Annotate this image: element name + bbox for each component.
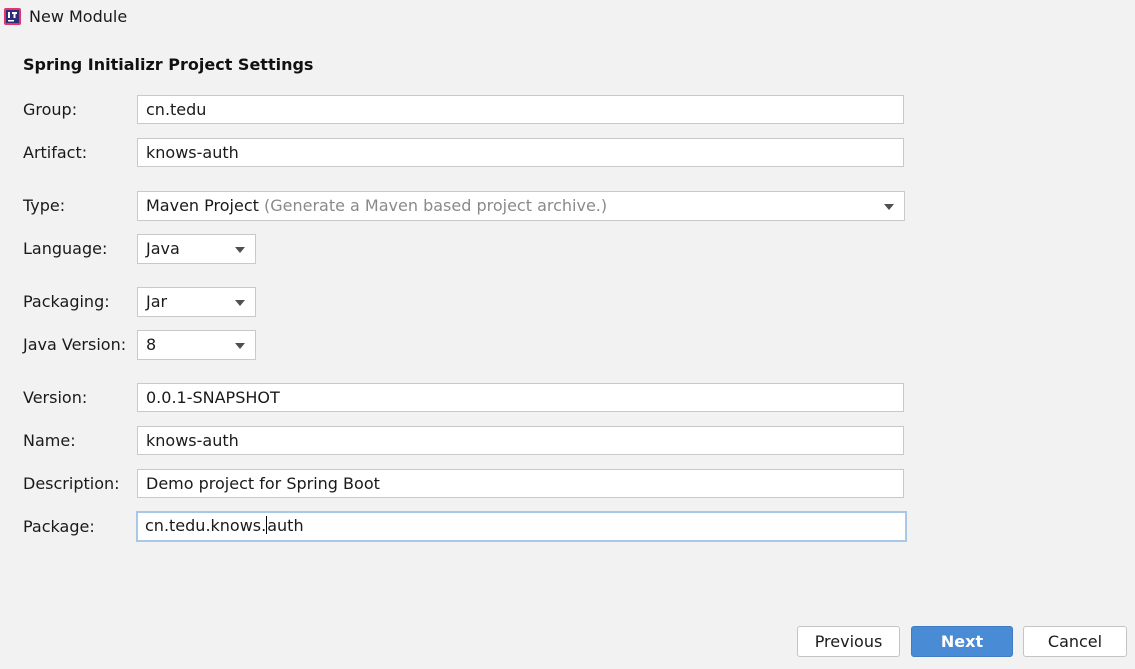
- chevron-down-icon: [235, 343, 245, 349]
- intellij-app-icon: [4, 8, 21, 25]
- description-label: Description:: [23, 474, 120, 493]
- window-title: New Module: [29, 7, 128, 26]
- type-label: Type:: [23, 196, 66, 215]
- language-value: Java: [146, 239, 180, 258]
- title-bar: New Module: [0, 0, 1135, 34]
- package-value-start: cn.tedu.knows.: [145, 516, 267, 535]
- cancel-button[interactable]: Cancel: [1023, 626, 1127, 657]
- package-value-end: auth: [267, 516, 304, 535]
- chevron-down-icon: [235, 300, 245, 306]
- next-button[interactable]: Next: [911, 626, 1013, 657]
- type-value: Maven Project: [146, 196, 259, 215]
- packaging-value: Jar: [146, 292, 168, 311]
- java-version-value: 8: [146, 335, 157, 354]
- chevron-down-icon: [235, 247, 245, 253]
- type-dropdown[interactable]: Maven Project (Generate a Maven based pr…: [137, 191, 905, 221]
- group-field[interactable]: cn.tedu: [137, 95, 904, 124]
- java-version-dropdown[interactable]: 8: [137, 330, 256, 360]
- section-heading: Spring Initializr Project Settings: [23, 55, 314, 74]
- artifact-label: Artifact:: [23, 143, 88, 162]
- packaging-dropdown[interactable]: Jar: [137, 287, 256, 317]
- language-dropdown[interactable]: Java: [137, 234, 256, 264]
- group-label: Group:: [23, 100, 78, 119]
- name-label: Name:: [23, 431, 76, 450]
- chevron-down-icon: [884, 204, 894, 210]
- language-label: Language:: [23, 239, 108, 258]
- artifact-field[interactable]: knows-auth: [137, 138, 904, 167]
- name-field[interactable]: knows-auth: [137, 426, 904, 455]
- version-label: Version:: [23, 388, 88, 407]
- package-field[interactable]: cn.tedu.knows.auth: [136, 511, 907, 542]
- type-dropdown-value: Maven Project (Generate a Maven based pr…: [146, 196, 607, 215]
- previous-button[interactable]: Previous: [797, 626, 900, 657]
- type-hint: (Generate a Maven based project archive.…: [263, 196, 608, 215]
- version-field[interactable]: 0.0.1-SNAPSHOT: [137, 383, 904, 412]
- new-module-dialog: New Module Spring Initializr Project Set…: [0, 0, 1135, 669]
- description-field[interactable]: Demo project for Spring Boot: [137, 469, 904, 498]
- package-label: Package:: [23, 517, 95, 536]
- packaging-label: Packaging:: [23, 292, 110, 311]
- java-version-label: Java Version:: [23, 335, 127, 354]
